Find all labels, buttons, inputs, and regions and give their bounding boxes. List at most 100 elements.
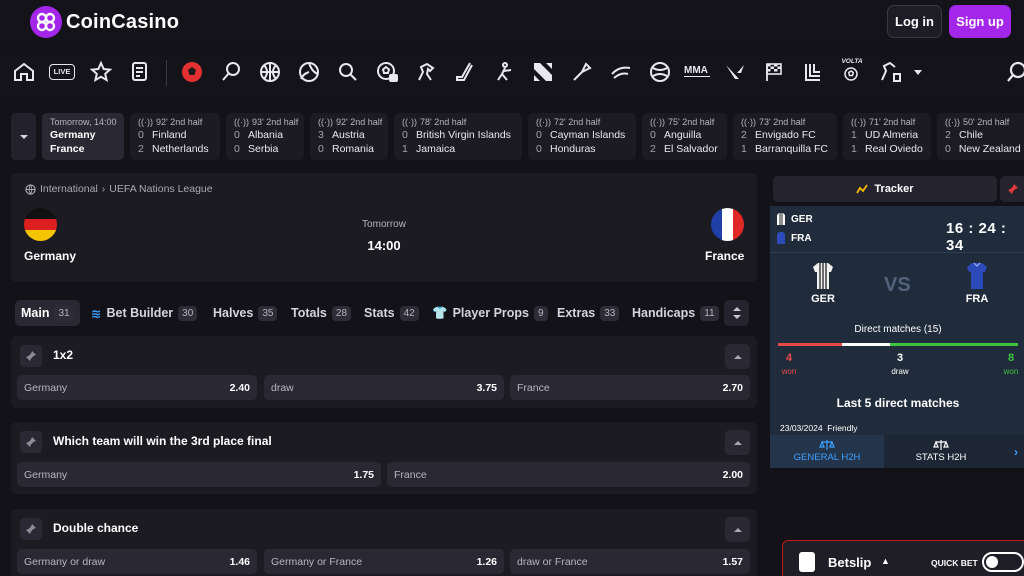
tracker-toggle[interactable]: Tracker xyxy=(773,176,997,202)
scales-icon xyxy=(819,440,835,450)
chevron-up-icon xyxy=(733,527,742,532)
odd-value: 2.70 xyxy=(722,381,743,394)
betslip-label: Betslip xyxy=(828,555,872,570)
odd-button[interactable]: draw 3.75 xyxy=(264,375,504,400)
tab-count: 33 xyxy=(600,305,620,321)
away-score: 1 xyxy=(741,143,747,155)
table-tennis-icon[interactable] xyxy=(336,60,360,84)
live-signal-icon: ((·)) xyxy=(851,117,866,127)
breadcrumb-separator: › xyxy=(101,183,106,195)
match-card[interactable]: ((·)) 50' 2nd half 2 Chile 0 New Zealand xyxy=(937,113,1024,160)
tennis-icon[interactable] xyxy=(219,60,243,84)
breadcrumb-category[interactable]: International xyxy=(40,183,98,195)
nba2k-icon[interactable] xyxy=(801,60,825,84)
esports-dota-icon[interactable] xyxy=(531,60,555,84)
match-card[interactable]: ((·)) 78' 2nd half 0 British Virgin Island… xyxy=(394,113,522,160)
tab-halves[interactable]: Halves 35 xyxy=(213,300,278,326)
live-icon[interactable]: LIVE xyxy=(49,60,75,84)
market-title: 1x2 xyxy=(53,348,74,362)
tab-stats-h2h[interactable]: STATS H2H xyxy=(884,435,998,468)
match-card[interactable]: ((·)) 73' 2nd half 2 Envigado FC 1 Barranqu… xyxy=(733,113,837,160)
live-soccer-icon[interactable] xyxy=(375,60,399,84)
esports-shooter-icon[interactable] xyxy=(492,60,516,84)
tab-handicaps[interactable]: Handicaps 11 xyxy=(632,300,719,326)
betslip-bar[interactable]: Betslip ▲ QUICK BET xyxy=(782,540,1024,576)
logo[interactable]: CoinCasino xyxy=(30,6,179,38)
odd-button[interactable]: Germany 1.75 xyxy=(17,462,381,487)
away-team-name: France xyxy=(705,249,745,263)
pin-icon[interactable] xyxy=(20,431,42,453)
home-score: 0 xyxy=(650,129,656,141)
market-1x2: 1x2 Germany 2.40 draw 3.75 France 2.70 xyxy=(11,336,757,408)
tab-stats-label: STATS H2H xyxy=(915,452,967,463)
motorsport-flag-icon[interactable] xyxy=(762,60,786,84)
quick-bet-toggle[interactable] xyxy=(982,552,1024,572)
tab-totals[interactable]: Totals 28 xyxy=(291,300,352,326)
tab-extras[interactable]: Extras 33 xyxy=(557,300,620,326)
chevron-down-icon[interactable] xyxy=(906,60,922,84)
tab-main[interactable]: Main 31 xyxy=(15,300,80,326)
tab-bet-builder[interactable]: ≋ Bet Builder 30 xyxy=(91,300,198,326)
odd-value: 3.75 xyxy=(476,381,497,394)
tab-general-h2h[interactable]: GENERAL H2H xyxy=(770,435,884,468)
event-header: International › UEFA Nations League Germ… xyxy=(11,173,757,282)
volta-icon[interactable]: VOLTA xyxy=(838,58,866,84)
event-time: 14:00 xyxy=(367,238,401,253)
search-icon[interactable] xyxy=(1004,60,1024,84)
esports-lol-icon[interactable] xyxy=(570,60,594,84)
horse-racing-icon[interactable] xyxy=(414,60,438,84)
soccer-ball-icon[interactable] xyxy=(180,60,204,84)
collapse-button[interactable] xyxy=(725,344,750,369)
esports-swordsman-icon[interactable] xyxy=(609,60,633,84)
match-card[interactable]: Tomorrow, 14:00 Germany France xyxy=(42,113,124,160)
versus-label: VS xyxy=(884,274,911,296)
breadcrumb-league[interactable]: UEFA Nations League xyxy=(109,183,212,195)
pin-icon[interactable] xyxy=(20,518,42,540)
home-team: Germany xyxy=(50,129,96,141)
match-card[interactable]: ((·)) 71' 2nd half 1 UD Almeria 1 Real Ovie… xyxy=(843,113,931,160)
match-card[interactable]: ((·)) 93' 2nd half 0 Albania 0 Serbia xyxy=(226,113,304,160)
odd-button[interactable]: France 2.70 xyxy=(510,375,750,400)
odd-button[interactable]: Germany or France 1.26 xyxy=(264,549,504,574)
tab-stats[interactable]: Stats 42 xyxy=(364,300,419,326)
basketball-icon[interactable] xyxy=(258,60,282,84)
match-card[interactable]: ((·)) 92' 2nd half 0 Finland 2 Netherlands xyxy=(130,113,220,160)
document-icon[interactable] xyxy=(128,60,152,84)
odd-label: draw or France xyxy=(517,555,588,568)
ice-hockey-icon[interactable] xyxy=(453,60,477,84)
match-card[interactable]: ((·)) 72' 2nd half 0 Cayman Islands 0 Hondu… xyxy=(528,113,636,160)
mma-icon[interactable]: MMA xyxy=(684,60,710,84)
away-team: Serbia xyxy=(248,143,279,155)
odd-button[interactable]: France 2.00 xyxy=(387,462,750,487)
tracker-pin-button[interactable] xyxy=(1000,176,1024,202)
odd-button[interactable]: Germany or draw 1.46 xyxy=(17,549,257,574)
tab-label: Halves xyxy=(213,306,254,320)
tabs-expand-button[interactable] xyxy=(724,300,749,326)
home-jersey-icon xyxy=(777,213,785,225)
collapse-button[interactable] xyxy=(725,430,750,455)
valorant-icon[interactable] xyxy=(723,60,747,84)
star-icon[interactable] xyxy=(89,60,113,84)
odd-value: 1.26 xyxy=(476,555,497,568)
volleyball-icon[interactable] xyxy=(297,60,321,84)
signup-button[interactable]: Sign up xyxy=(949,5,1011,38)
match-card[interactable]: ((·)) 75' 2nd half 0 Anguilla 2 El Salvador xyxy=(642,113,727,160)
home-team: Anguilla xyxy=(664,129,702,141)
away-score: 0 xyxy=(945,143,951,155)
login-button[interactable]: Log in xyxy=(887,5,942,38)
chevron-up-icon xyxy=(733,354,742,359)
tab-player-props[interactable]: 👕 Player Props 9 xyxy=(432,300,548,326)
pin-icon[interactable] xyxy=(20,345,42,367)
nav-divider xyxy=(166,60,167,86)
home-icon[interactable] xyxy=(12,60,36,84)
more-sports-icon[interactable] xyxy=(878,60,902,84)
collapse-button[interactable] xyxy=(725,517,750,542)
chevron-right-icon[interactable]: › xyxy=(1014,445,1018,459)
odd-label: Germany xyxy=(24,468,68,481)
strip-toggle[interactable] xyxy=(11,113,36,160)
rugby-icon[interactable] xyxy=(648,60,672,84)
odd-button[interactable]: Germany 2.40 xyxy=(17,375,257,400)
match-card[interactable]: ((·)) 92' 2nd half 3 Austria 0 Romania xyxy=(310,113,388,160)
home-team: Finland xyxy=(152,129,187,141)
odd-button[interactable]: draw or France 1.57 xyxy=(510,549,750,574)
